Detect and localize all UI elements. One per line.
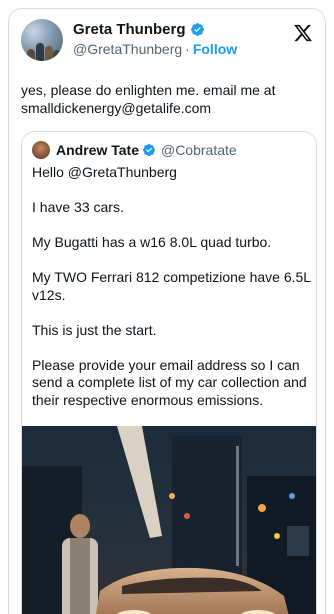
author-handle[interactable]: @GretaThunberg (73, 41, 182, 57)
quoted-paragraph: I have 33 cars. (32, 199, 124, 215)
tweet-card[interactable]: Greta Thunberg @GretaThunberg · Follow yes… (8, 8, 326, 614)
avatar-figure (27, 49, 35, 61)
author-avatar[interactable] (21, 19, 63, 61)
quoted-paragraph: My TWO Ferrari 812 competizione have 6.5… (32, 269, 311, 303)
separator-dot: · (185, 41, 190, 57)
avatar-figure (53, 50, 61, 61)
x-logo-icon[interactable] (293, 23, 313, 43)
tweet-text: yes, please do enlighten me. email me at… (21, 82, 276, 116)
verified-badge-icon (190, 23, 204, 36)
author-name-row: Greta Thunberg (73, 21, 205, 38)
quoted-author-name: Andrew Tate (56, 142, 139, 158)
quoted-paragraph: My Bugatti has a w16 8.0L quad turbo. (32, 234, 272, 250)
quoted-paragraph: This is just the start. (32, 321, 157, 338)
quoted-paragraph: Hello @GretaThunberg (32, 164, 177, 180)
quoted-paragraph: Please provide your email address so I c… (32, 356, 307, 408)
media-scene (22, 426, 316, 614)
quoted-header: Andrew Tate @Cobratate (32, 140, 237, 160)
quoted-media-image[interactable] (22, 426, 316, 614)
quoted-body: Hello @GretaThunberg I have 33 cars. My … (32, 164, 312, 427)
author-handle-row: @GretaThunberg · Follow (73, 41, 237, 57)
tweet-header: Greta Thunberg @GretaThunberg · Follow (21, 19, 313, 63)
avatar-figure (45, 46, 53, 61)
quoted-tweet[interactable]: Andrew Tate @Cobratate Hello @GretaThunb… (21, 131, 317, 614)
follow-button[interactable]: Follow (193, 41, 237, 57)
avatar-figure (36, 43, 44, 61)
quoted-author-avatar (32, 141, 50, 159)
verified-badge-icon (143, 144, 155, 156)
author-display-name[interactable]: Greta Thunberg (73, 21, 186, 38)
quoted-author-handle: @Cobratate (160, 142, 237, 158)
